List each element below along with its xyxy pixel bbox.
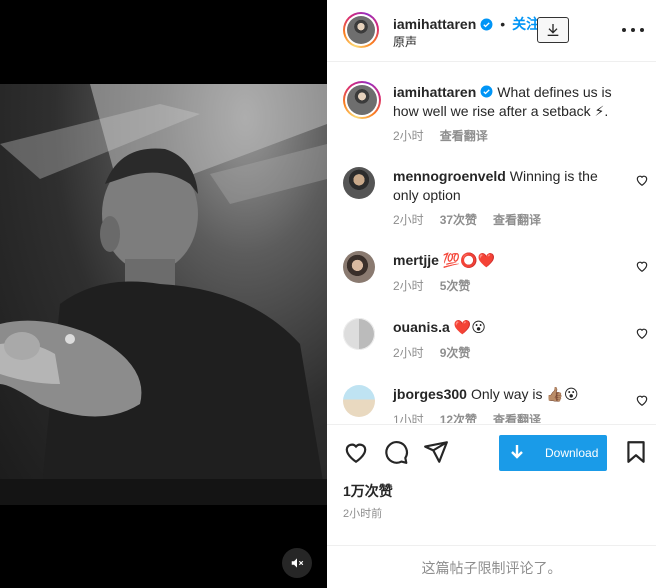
- caption-time[interactable]: 2小时: [393, 127, 424, 144]
- comment-meta: 2小时 5次赞: [393, 277, 470, 294]
- author-username[interactable]: iamihattaren: [393, 16, 476, 32]
- comment-username[interactable]: jborges300: [393, 386, 467, 402]
- comment-meta: 2小时 37次赞 查看翻译: [393, 211, 541, 228]
- audio-label[interactable]: 原声: [393, 33, 417, 50]
- avatar[interactable]: [343, 318, 375, 350]
- header-download-button[interactable]: [537, 17, 569, 43]
- author-line: iamihattaren • 关注: [393, 14, 540, 34]
- comment-time[interactable]: 1小时: [393, 411, 424, 423]
- download-button[interactable]: Download: [499, 435, 607, 471]
- comments-list[interactable]: iamihattaren What defines us is how well …: [327, 63, 656, 423]
- heart-icon[interactable]: [635, 173, 649, 187]
- post-video-frame[interactable]: [0, 84, 327, 505]
- separator-dot: •: [500, 16, 506, 32]
- comment-body: mertjje 💯⭕❤️: [393, 251, 625, 270]
- heart-icon[interactable]: [635, 326, 649, 340]
- follow-button[interactable]: 关注: [512, 14, 540, 34]
- comment-text: ❤️😮: [453, 319, 486, 335]
- comments-limited-notice: 这篇帖子限制评论了。: [327, 545, 656, 588]
- comment-body: mennogroenveld Winning is the only option: [393, 167, 625, 205]
- caption-meta: 2小时 查看翻译: [393, 127, 488, 144]
- comment-time[interactable]: 2小时: [393, 211, 424, 228]
- caption-author-avatar[interactable]: [343, 81, 381, 119]
- post-side-panel: iamihattaren • 关注 原声 iamihattaren What de…: [327, 0, 656, 588]
- comment-likes[interactable]: 5次赞: [440, 277, 471, 294]
- download-button-label: Download: [545, 446, 599, 460]
- avatar[interactable]: [343, 385, 375, 417]
- comment-icon[interactable]: [383, 439, 409, 465]
- comment-translate-link[interactable]: 查看翻译: [493, 211, 541, 228]
- avatar[interactable]: [343, 251, 375, 283]
- heart-icon[interactable]: [635, 393, 649, 407]
- mute-toggle-button[interactable]: [282, 548, 312, 578]
- comment-time[interactable]: 2小时: [393, 344, 424, 361]
- download-arrow-icon: [499, 435, 535, 471]
- caption-username[interactable]: iamihattaren: [393, 84, 476, 100]
- comment-username[interactable]: mertjje: [393, 252, 439, 268]
- comment-text: 💯⭕❤️: [442, 252, 496, 268]
- verified-icon: [480, 85, 493, 98]
- likes-count[interactable]: 1万次赞: [343, 481, 393, 501]
- heart-icon[interactable]: [635, 259, 649, 273]
- avatar[interactable]: [343, 167, 375, 199]
- more-options-icon[interactable]: [622, 22, 644, 38]
- comment-likes[interactable]: 9次赞: [440, 344, 471, 361]
- comment-likes[interactable]: 37次赞: [440, 211, 477, 228]
- comment-meta: 2小时 9次赞: [393, 344, 470, 361]
- verified-icon: [480, 18, 493, 31]
- comment-body: jborges300 Only way is 👍🏽😮: [393, 385, 625, 404]
- share-icon[interactable]: [423, 439, 449, 465]
- comment-body: ouanis.a ❤️😮: [393, 318, 625, 337]
- comment-translate-link[interactable]: 查看翻译: [493, 411, 541, 423]
- download-icon: [547, 24, 559, 36]
- comment-username[interactable]: ouanis.a: [393, 319, 450, 335]
- post-header: iamihattaren • 关注 原声: [327, 0, 656, 62]
- video-frame-illustration: [0, 84, 327, 505]
- author-avatar[interactable]: [343, 12, 379, 48]
- caption-body: iamihattaren What defines us is how well …: [393, 83, 625, 121]
- like-heart-icon[interactable]: [343, 439, 369, 465]
- caption-translate-link[interactable]: 查看翻译: [440, 127, 488, 144]
- mute-icon: [291, 558, 304, 568]
- post-media[interactable]: [0, 0, 327, 588]
- comment-username[interactable]: mennogroenveld: [393, 168, 506, 184]
- posted-time[interactable]: 2小时前: [343, 505, 382, 521]
- comment-meta: 1小时 12次赞 查看翻译: [393, 411, 541, 423]
- comment-time[interactable]: 2小时: [393, 277, 424, 294]
- comment-text: Only way is 👍🏽😮: [470, 386, 579, 402]
- comment-likes[interactable]: 12次赞: [440, 411, 477, 423]
- post-actions: Download 1万次赞 2小时前 这篇帖子限制评论了。: [327, 424, 656, 588]
- bookmark-icon[interactable]: [623, 439, 649, 465]
